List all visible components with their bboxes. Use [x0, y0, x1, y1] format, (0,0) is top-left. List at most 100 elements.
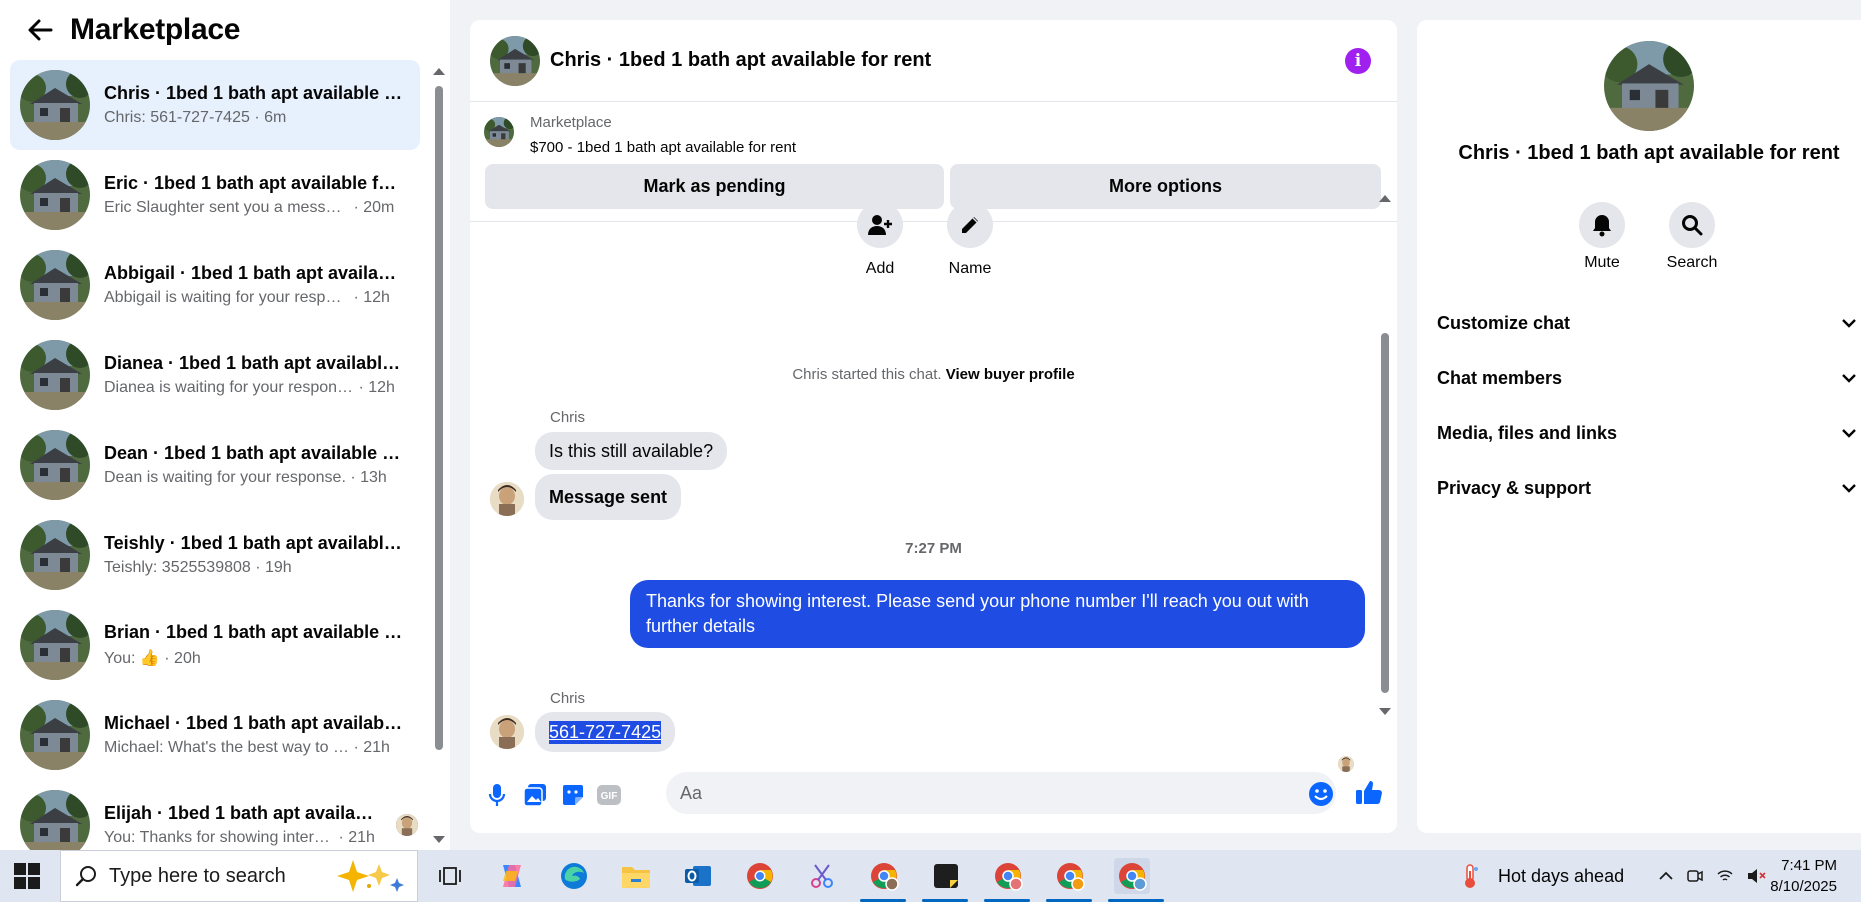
listing-price-title[interactable]: $700 - 1bed 1 bath apt available for ren…: [530, 139, 796, 156]
conversation-time: · 12h: [358, 379, 395, 396]
gif-icon[interactable]: GIF: [594, 780, 624, 810]
mute-button[interactable]: [1579, 202, 1625, 248]
network-icon[interactable]: [1716, 867, 1734, 885]
privacy-support-section[interactable]: Privacy & support: [1437, 468, 1861, 508]
incoming-message[interactable]: Message sent: [535, 474, 682, 520]
view-buyer-profile-link[interactable]: View buyer profile: [946, 366, 1075, 383]
chevron-up-icon[interactable]: [1658, 871, 1674, 881]
media-files-links-section[interactable]: Media, files and links: [1437, 413, 1861, 453]
chrome-profile-icon[interactable]: [1114, 858, 1150, 894]
conversation-item[interactable]: Dean · 1bed 1 bath apt available for ren…: [10, 420, 420, 510]
chrome-profile-icon[interactable]: [1052, 858, 1088, 894]
copilot-sparkle-icon: [337, 860, 404, 892]
message-thread: Add Name Chris started this chat. View b…: [470, 202, 1397, 772]
taskbar-search-box[interactable]: Type here to search: [60, 850, 418, 902]
conversation-title: Teishly · 1bed 1 bath apt available for …: [104, 533, 404, 553]
photo-icon[interactable]: [520, 780, 550, 810]
microphone-icon[interactable]: [482, 780, 512, 810]
chrome-profile-icon[interactable]: [866, 858, 902, 894]
scrollbar-thumb[interactable]: [435, 86, 443, 750]
conversation-item[interactable]: Abbigail · 1bed 1 bath apt available for…: [10, 240, 420, 330]
chat-started-text: Chris started this chat.: [792, 366, 942, 383]
chevron-down-icon: [1833, 311, 1857, 335]
task-view-icon[interactable]: [432, 858, 468, 894]
volume-muted-icon[interactable]: [1746, 867, 1766, 885]
conversation-item[interactable]: Michael · 1bed 1 bath apt available for …: [10, 690, 420, 780]
listing-source: Marketplace: [530, 114, 612, 131]
like-icon[interactable]: [1354, 777, 1384, 807]
pencil-icon: [962, 217, 978, 233]
customize-chat-section[interactable]: Customize chat: [1437, 303, 1861, 343]
listing-thumbnail: [20, 70, 90, 140]
conversation-item[interactable]: Chris · 1bed 1 bath apt available for re…: [10, 60, 420, 150]
incoming-message[interactable]: 561-727-7425: [535, 712, 676, 752]
chrome-icon[interactable]: [742, 858, 778, 894]
sender-name: Chris: [550, 690, 586, 707]
conversation-snippet: You: Thanks for showing interest: [104, 829, 334, 846]
listing-thumbnail: [20, 520, 90, 590]
gif-label: GIF: [601, 791, 618, 802]
conversation-time: · 19h: [255, 559, 292, 576]
chat-avatar-large[interactable]: [1604, 41, 1694, 131]
scrollbar-thumb[interactable]: [1381, 333, 1389, 693]
sticker-icon[interactable]: [558, 780, 588, 810]
details-title: Chris · 1bed 1 bath apt available for re…: [1458, 142, 1840, 164]
incoming-message[interactable]: Is this still available?: [535, 432, 728, 470]
listing-banner: Marketplace $700 - 1bed 1 bath apt avail…: [470, 102, 1397, 222]
sticky-notes-icon[interactable]: [928, 858, 964, 894]
chat-title[interactable]: Chris · 1bed 1 bath apt available for re…: [550, 49, 931, 72]
scroll-up-arrow-icon[interactable]: [433, 68, 445, 75]
section-label: Customize chat: [1437, 312, 1571, 333]
conversation-time: · 21h: [353, 739, 390, 756]
search-conversation-button[interactable]: [1669, 202, 1715, 248]
copilot-app-icon[interactable]: [494, 858, 530, 894]
chat-panel: Chris · 1bed 1 bath apt available for re…: [470, 20, 1397, 833]
message-input[interactable]: [666, 772, 1336, 814]
edge-browser-icon[interactable]: [556, 858, 592, 894]
meet-now-icon[interactable]: [1686, 867, 1704, 885]
weather-widget[interactable]: Hot days ahead: [1460, 850, 1624, 902]
conversation-item[interactable]: Eric · 1bed 1 bath apt available for ren…: [10, 150, 420, 240]
back-arrow-icon: [28, 19, 53, 41]
conversation-snippet: Michael: What's the best way to contact …: [104, 739, 349, 756]
back-button[interactable]: [24, 14, 56, 46]
outgoing-message[interactable]: Thanks for showing interest. Please send…: [630, 580, 1365, 648]
windows-start-icon[interactable]: [14, 863, 40, 889]
conversation-title: Chris · 1bed 1 bath apt available for re…: [104, 83, 404, 103]
sender-avatar[interactable]: [490, 715, 524, 749]
conversation-item[interactable]: Brian · 1bed 1 bath apt available for re…: [10, 600, 420, 690]
conversation-item[interactable]: Elijah · 1bed 1 bath apt available for r…: [10, 780, 420, 850]
outlook-icon[interactable]: [680, 858, 716, 894]
chrome-profile-icon[interactable]: [990, 858, 1026, 894]
emoji-icon[interactable]: [1306, 779, 1336, 809]
conversation-item[interactable]: Teishly · 1bed 1 bath apt available for …: [10, 510, 420, 600]
more-options-button[interactable]: More options: [950, 164, 1381, 209]
seen-avatar: [396, 814, 418, 836]
name-chat-button[interactable]: [947, 202, 993, 248]
sidebar-scrollbar[interactable]: [432, 68, 446, 848]
listing-thumbnail: [20, 430, 90, 500]
conversation-item[interactable]: Dianea · 1bed 1 bath apt available for r…: [10, 330, 420, 420]
add-person-button[interactable]: [857, 202, 903, 248]
conversation-time: · 6m: [254, 109, 287, 126]
chat-members-section[interactable]: Chat members: [1437, 358, 1861, 398]
snipping-tool-icon[interactable]: [804, 858, 840, 894]
listing-thumbnail[interactable]: [484, 117, 514, 147]
info-icon[interactable]: i: [1345, 48, 1371, 74]
scroll-down-arrow-icon[interactable]: [433, 836, 445, 843]
chat-avatar[interactable]: [490, 36, 540, 86]
selected-phone-number[interactable]: 561-727-7425: [549, 720, 662, 744]
conversation-snippet: Abbigail is waiting for your response.: [104, 289, 349, 306]
chat-scrollbar[interactable]: [1378, 195, 1392, 715]
name-label: Name: [948, 260, 992, 277]
system-clock[interactable]: 7:41 PM 8/10/2025: [1770, 855, 1837, 897]
listing-thumbnail: [20, 160, 90, 230]
search-icon: [75, 866, 96, 887]
scroll-down-arrow-icon[interactable]: [1379, 708, 1391, 715]
clock-date: 8/10/2025: [1770, 878, 1837, 895]
sender-name: Chris: [550, 409, 586, 426]
file-explorer-icon[interactable]: [618, 858, 654, 894]
add-person-icon: [868, 215, 892, 235]
sender-avatar[interactable]: [490, 482, 524, 516]
scroll-up-arrow-icon[interactable]: [1379, 195, 1391, 202]
